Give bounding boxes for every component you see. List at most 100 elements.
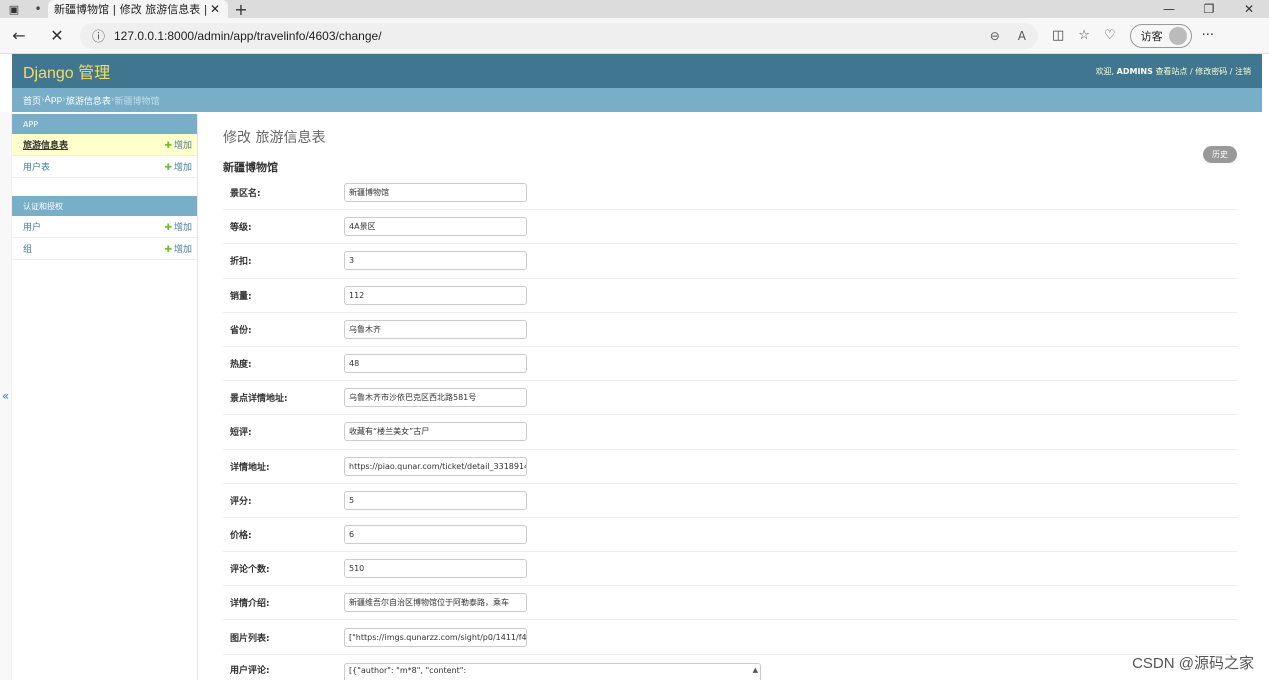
sidebar-toggle[interactable]: « (0, 112, 12, 680)
form-row: 详情介绍: 新疆维吾尔自治区博物馆位于阿勒泰路，乘车 (223, 586, 1237, 621)
breadcrumb-app[interactable]: App (45, 95, 63, 105)
comment-count-field[interactable]: 510 (344, 559, 527, 579)
page-title: 修改 旅游信息表 (223, 130, 326, 146)
sidebar-item-groups[interactable]: 组 ✚ 增加 (12, 238, 197, 260)
field-label: 等级: (230, 223, 252, 234)
field-label: 销量: (230, 291, 252, 302)
more-menu-icon[interactable]: ··· (1202, 28, 1214, 43)
watermark: CSDN @源码之家 (1132, 655, 1254, 672)
sidebar-item-users-table[interactable]: 用户表 ✚ 增加 (12, 156, 197, 178)
level-field[interactable]: 4A景区 (344, 217, 527, 237)
history-button[interactable]: 历史 (1203, 146, 1237, 163)
field-label: 热度: (230, 360, 252, 371)
field-label: 用户评论: (230, 665, 270, 676)
plus-icon: ✚ (164, 163, 172, 173)
add-label: 增加 (173, 245, 192, 255)
field-label: 评分: (230, 496, 252, 507)
sidebar-item-label[interactable]: 旅游信息表 (23, 138, 164, 151)
add-label: 增加 (173, 163, 192, 173)
form-row: 折扣: 3 (223, 244, 1237, 279)
profile-button[interactable]: 访客 (1129, 23, 1192, 48)
module-app: APP 旅游信息表 ✚ 增加 用户表 ✚ 增加 (12, 114, 197, 178)
form-row: 价格: 6 (223, 518, 1237, 553)
add-button[interactable]: ✚ 增加 (164, 138, 192, 151)
field-label: 景点详情地址: (230, 394, 288, 405)
split-screen-icon[interactable]: ◫ (1052, 28, 1064, 43)
browser-tab[interactable]: 新疆博物馆 | 修改 旅游信息表 | D ✕ (48, 0, 228, 18)
profile-label: 访客 (1140, 29, 1163, 43)
breadcrumb-home[interactable]: 首页 (23, 94, 41, 107)
plus-icon: ✚ (164, 223, 172, 233)
discount-field[interactable]: 3 (344, 251, 527, 271)
scroll-up-icon[interactable]: ▲ (753, 665, 758, 675)
field-label: 价格: (230, 530, 252, 541)
field-label: 省份: (230, 325, 252, 336)
sidebar: APP 旅游信息表 ✚ 增加 用户表 ✚ 增加 认证和授权 用户 ✚ 增加 组 ✚ 增加 (12, 114, 198, 680)
url-text: 127.0.0.1:8000/admin/app/travelinfo/4603… (114, 28, 382, 43)
module-caption[interactable]: APP (12, 114, 197, 134)
user-links[interactable]: 查看站点 / 修改密码 / 注销 (1155, 67, 1251, 76)
site-info-icon[interactable]: ⓘ (92, 26, 114, 45)
back-icon[interactable]: ← (0, 26, 38, 45)
short-comment-field[interactable]: 收藏有“楼兰美女”古尸 (344, 422, 527, 442)
module-caption[interactable]: 认证和授权 (12, 196, 197, 216)
field-label: 详情介绍: (230, 599, 270, 610)
form-row: 热度: 48 (223, 347, 1237, 382)
username: ADMINS (1116, 66, 1153, 76)
score-field[interactable]: 5 (344, 490, 527, 510)
plus-icon: ✚ (164, 245, 172, 255)
form-row: 用户评论: [{"author": "m*8", "content": ▲ (223, 655, 1237, 680)
add-label: 增加 (173, 141, 192, 151)
form-row: 详情地址: https://piao.qunar.com/ticket/deta… (223, 450, 1237, 484)
add-label: 增加 (173, 223, 192, 233)
form-row: 销量: 112 (223, 279, 1237, 313)
sidebar-item-travelinfo[interactable]: 旅游信息表 ✚ 增加 (12, 134, 197, 156)
form-row: 评论个数: 510 (223, 552, 1237, 587)
add-button[interactable]: ✚ 增加 (164, 160, 192, 173)
tab-actions-icon[interactable]: ▣ (0, 0, 28, 18)
address-field[interactable]: 乌鲁木齐市沙依巴克区西北路581号 (344, 388, 527, 408)
province-field[interactable]: 乌鲁木齐 (344, 319, 527, 339)
module-auth: 认证和授权 用户 ✚ 增加 组 ✚ 增加 (12, 196, 197, 260)
field-label: 短评: (230, 428, 252, 439)
add-button[interactable]: ✚ 增加 (164, 220, 192, 233)
name-field[interactable]: 新疆博物馆 (344, 183, 527, 203)
form-row: 短评: 收藏有“楼兰美女”古尸 (223, 415, 1237, 450)
address-bar: ← ✕ ⓘ 127.0.0.1:8000/admin/app/travelinf… (0, 18, 1269, 54)
plus-icon: ✚ (164, 141, 172, 151)
form-row: 省份: 乌鲁木齐 (223, 313, 1237, 347)
sales-field[interactable]: 112 (344, 285, 527, 305)
sidebar-item-label[interactable]: 组 (23, 242, 164, 255)
sidebar-item-label[interactable]: 用户 (23, 220, 164, 233)
field-label: 评论个数: (230, 565, 270, 576)
field-label: 图片列表: (230, 633, 270, 644)
minimize-icon[interactable]: — (1149, 2, 1189, 16)
stop-icon[interactable]: ✕ (38, 26, 76, 45)
add-button[interactable]: ✚ 增加 (164, 242, 192, 255)
close-window-icon[interactable]: ✕ (1229, 2, 1269, 16)
read-aloud-icon[interactable]: A (1018, 29, 1026, 43)
description-field[interactable]: 新疆维吾尔自治区博物馆位于阿勒泰路，乘车 (344, 593, 527, 613)
sidebar-item-label[interactable]: 用户表 (23, 160, 164, 173)
site-brand[interactable]: Django 管理 (23, 59, 110, 83)
new-tab-icon[interactable]: + (228, 0, 254, 19)
restore-icon[interactable]: ❐ (1189, 2, 1229, 16)
avatar (1168, 26, 1187, 45)
extensions-icon[interactable]: ♡ (1104, 28, 1116, 43)
user-tools: 欢迎, ADMINS 查看站点 / 修改密码 / 注销 (1096, 66, 1251, 77)
close-tab-icon[interactable]: ✕ (208, 2, 222, 16)
favorites-icon[interactable]: ☆ (1078, 28, 1090, 43)
price-field[interactable]: 6 (344, 524, 527, 544)
image-list-field[interactable]: ["https://imgs.qunarzz.com/sight/p0/1411… (344, 627, 527, 647)
welcome-text: 欢迎, (1095, 66, 1115, 76)
breadcrumb-model[interactable]: 旅游信息表 (66, 94, 111, 107)
url-input[interactable]: ⓘ 127.0.0.1:8000/admin/app/travelinfo/46… (80, 22, 1038, 49)
zoom-icon[interactable]: ⊖ (990, 29, 1000, 43)
detail-url-field[interactable]: https://piao.qunar.com/ticket/detail_331… (344, 456, 527, 476)
tab-title: 新疆博物馆 | 修改 旅游信息表 | D (54, 3, 208, 16)
field-label: 景区名: (230, 189, 261, 200)
form-row: 等级: 4A景区 (223, 210, 1237, 245)
sidebar-item-users[interactable]: 用户 ✚ 增加 (12, 216, 197, 238)
user-comments-textarea[interactable]: [{"author": "m*8", "content": ▲ (344, 662, 761, 680)
popularity-field[interactable]: 48 (344, 354, 527, 374)
